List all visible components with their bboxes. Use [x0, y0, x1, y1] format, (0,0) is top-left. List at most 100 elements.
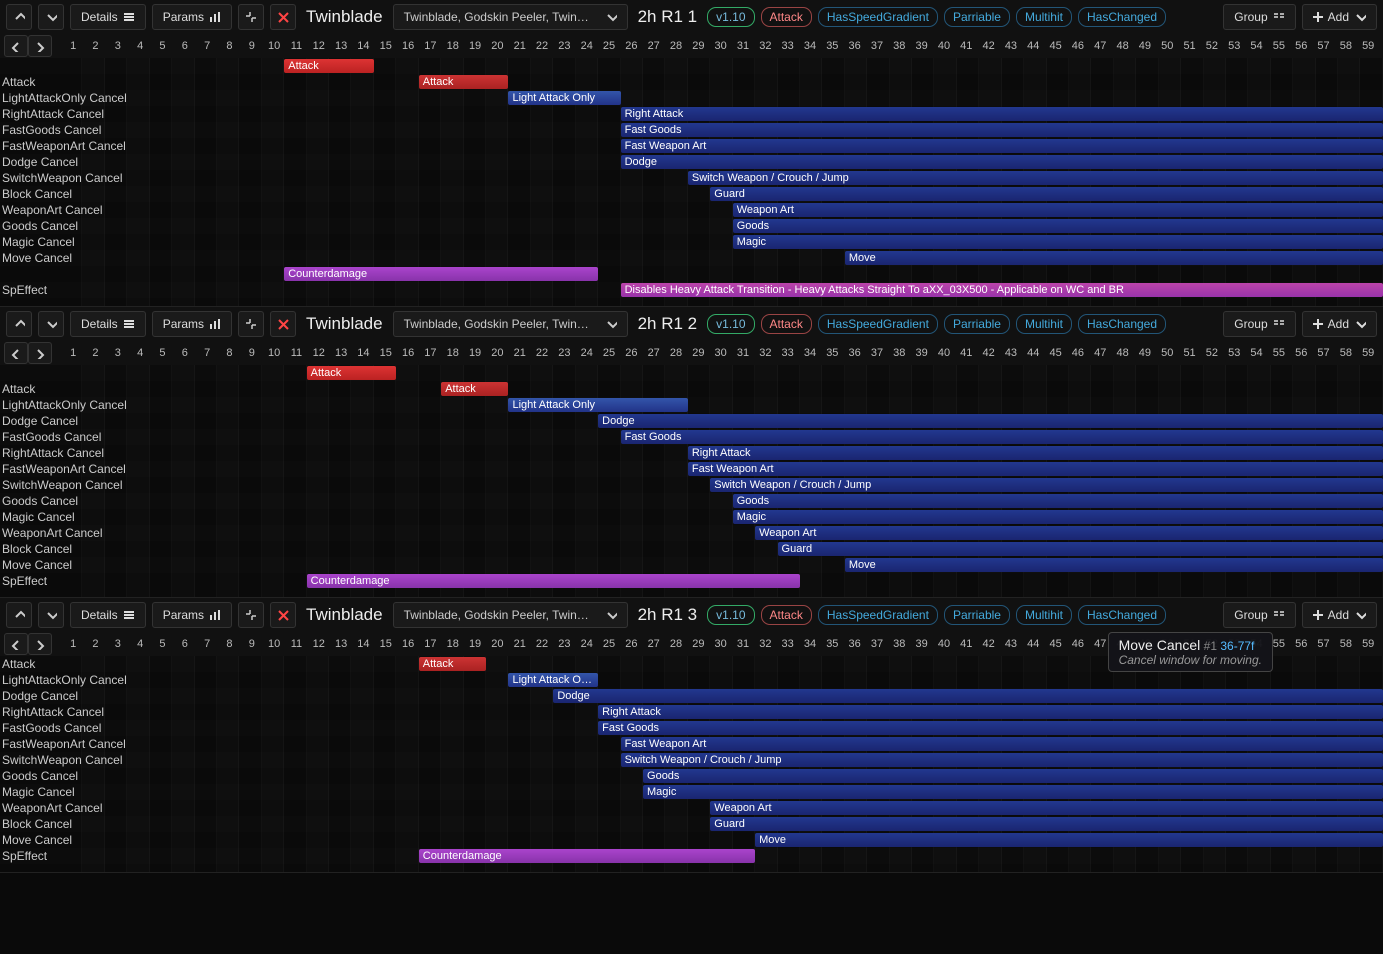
- flag-tag-parriable[interactable]: Parriable: [944, 605, 1010, 625]
- flag-tag-haschanged[interactable]: HasChanged: [1078, 7, 1166, 27]
- version-tag[interactable]: v1.10: [707, 314, 754, 334]
- weapon-selector[interactable]: Twinblade, Godskin Peeler, Twin…: [393, 4, 628, 30]
- flag-tag-attack[interactable]: Attack: [761, 605, 812, 625]
- compress-button[interactable]: [238, 311, 264, 337]
- scroll-right-button[interactable]: [28, 35, 52, 57]
- version-tag[interactable]: v1.10: [707, 7, 754, 27]
- timeline-bar[interactable]: Attack: [284, 59, 374, 73]
- collapse-up-button[interactable]: [6, 602, 32, 628]
- timeline-bar[interactable]: Goods: [733, 219, 1383, 233]
- timeline-bar[interactable]: Fast Goods: [598, 721, 1383, 735]
- collapse-down-button[interactable]: [38, 4, 64, 30]
- details-button[interactable]: Details: [70, 602, 146, 628]
- timeline-bar[interactable]: Right Attack: [621, 107, 1383, 121]
- weapon-selector[interactable]: Twinblade, Godskin Peeler, Twin…: [393, 602, 628, 628]
- flag-tag-hasspeedgradient[interactable]: HasSpeedGradient: [818, 7, 938, 27]
- compress-button[interactable]: [238, 4, 264, 30]
- timeline-bar[interactable]: Dodge: [621, 155, 1383, 169]
- timeline-bar[interactable]: Right Attack: [688, 446, 1383, 460]
- timeline-bar[interactable]: Dodge: [553, 689, 1383, 703]
- group-button[interactable]: Group: [1223, 4, 1295, 30]
- group-button[interactable]: Group: [1223, 602, 1295, 628]
- details-button[interactable]: Details: [70, 311, 146, 337]
- params-button[interactable]: Params: [152, 602, 232, 628]
- timeline-bar[interactable]: Guard: [710, 187, 1383, 201]
- row-label: Move Cancel: [2, 557, 72, 573]
- timeline-bar[interactable]: Switch Weapon / Crouch / Jump: [621, 753, 1383, 767]
- add-button[interactable]: Add: [1302, 311, 1377, 337]
- timeline-bar[interactable]: Fast Goods: [621, 430, 1383, 444]
- timeline-bar[interactable]: Light Attack Only: [508, 398, 687, 412]
- collapse-up-button[interactable]: [6, 311, 32, 337]
- timeline-bar[interactable]: Switch Weapon / Crouch / Jump: [688, 171, 1383, 185]
- timeline-bar[interactable]: Attack: [307, 366, 397, 380]
- timeline-bar[interactable]: Counterdamage: [284, 267, 598, 281]
- collapse-up-button[interactable]: [6, 4, 32, 30]
- flag-tag-attack[interactable]: Attack: [761, 7, 812, 27]
- timeline-bar[interactable]: Switch Weapon / Crouch / Jump: [710, 478, 1383, 492]
- flag-tag-parriable[interactable]: Parriable: [944, 7, 1010, 27]
- close-button[interactable]: [270, 4, 296, 30]
- timeline-row: Move Cancel Move: [0, 832, 1383, 848]
- timeline-bar[interactable]: Weapon Art: [710, 801, 1383, 815]
- flag-tag-parriable[interactable]: Parriable: [944, 314, 1010, 334]
- scroll-right-button[interactable]: [28, 342, 52, 364]
- timeline-bar[interactable]: Fast Weapon Art: [621, 737, 1383, 751]
- frame-tick: 35: [821, 40, 843, 52]
- params-button[interactable]: Params: [152, 311, 232, 337]
- flag-tag-haschanged[interactable]: HasChanged: [1078, 605, 1166, 625]
- timeline-bar[interactable]: Goods: [733, 494, 1383, 508]
- close-button[interactable]: [270, 602, 296, 628]
- timeline-bar[interactable]: Dodge: [598, 414, 1383, 428]
- collapse-down-button[interactable]: [38, 602, 64, 628]
- timeline-bar[interactable]: Disables Heavy Attack Transition - Heavy…: [621, 283, 1383, 297]
- timeline-bar[interactable]: Magic: [643, 785, 1383, 799]
- weapon-selector[interactable]: Twinblade, Godskin Peeler, Twin…: [393, 311, 628, 337]
- timeline-bar[interactable]: Move: [755, 833, 1383, 847]
- params-button[interactable]: Params: [152, 4, 232, 30]
- group-button[interactable]: Group: [1223, 311, 1295, 337]
- timeline-bar[interactable]: Attack: [419, 657, 486, 671]
- scroll-left-button[interactable]: [4, 342, 28, 364]
- timeline-bar[interactable]: Weapon Art: [733, 203, 1383, 217]
- collapse-down-button[interactable]: [38, 311, 64, 337]
- flag-tag-attack[interactable]: Attack: [761, 314, 812, 334]
- timeline-bar[interactable]: Light Attack Only: [508, 91, 620, 105]
- timeline-bar[interactable]: Right Attack: [598, 705, 1383, 719]
- timeline-bar[interactable]: Counterdamage: [307, 574, 800, 588]
- timeline-bar[interactable]: Guard: [778, 542, 1383, 556]
- flag-tag-hasspeedgradient[interactable]: HasSpeedGradient: [818, 314, 938, 334]
- frame-tick: 10: [263, 638, 285, 650]
- timeline-bar[interactable]: Fast Weapon Art: [621, 139, 1383, 153]
- frame-tick: 4: [129, 347, 151, 359]
- add-button[interactable]: Add: [1302, 602, 1377, 628]
- timeline-bar[interactable]: Light Attack O…: [508, 673, 598, 687]
- timeline-bar[interactable]: Guard: [710, 817, 1383, 831]
- timeline-bar[interactable]: Magic: [733, 235, 1383, 249]
- scroll-left-button[interactable]: [4, 35, 28, 57]
- timeline-bar[interactable]: Goods: [643, 769, 1383, 783]
- scroll-right-button[interactable]: [28, 633, 52, 655]
- timeline-bar[interactable]: Move: [845, 558, 1383, 572]
- scroll-left-button[interactable]: [4, 633, 28, 655]
- details-button[interactable]: Details: [70, 4, 146, 30]
- flag-tag-haschanged[interactable]: HasChanged: [1078, 314, 1166, 334]
- timeline-bar[interactable]: Move: [845, 251, 1383, 265]
- bar-label: Guard: [782, 543, 813, 555]
- flag-tag-multihit[interactable]: Multihit: [1016, 605, 1072, 625]
- timeline-bar[interactable]: Magic: [733, 510, 1383, 524]
- compress-button[interactable]: [238, 602, 264, 628]
- bar-label: Switch Weapon / Crouch / Jump: [692, 172, 849, 184]
- version-tag[interactable]: v1.10: [707, 605, 754, 625]
- frame-tick: 39: [910, 347, 932, 359]
- flag-tag-hasspeedgradient[interactable]: HasSpeedGradient: [818, 605, 938, 625]
- close-button[interactable]: [270, 311, 296, 337]
- add-button[interactable]: Add: [1302, 4, 1377, 30]
- timeline-bar[interactable]: Weapon Art: [755, 526, 1383, 540]
- frame-tick: 40: [933, 40, 955, 52]
- timeline-bar[interactable]: Fast Weapon Art: [688, 462, 1383, 476]
- flag-tag-multihit[interactable]: Multihit: [1016, 314, 1072, 334]
- timeline-bar[interactable]: Fast Goods: [621, 123, 1383, 137]
- timeline-bar[interactable]: Counterdamage: [419, 849, 755, 863]
- flag-tag-multihit[interactable]: Multihit: [1016, 7, 1072, 27]
